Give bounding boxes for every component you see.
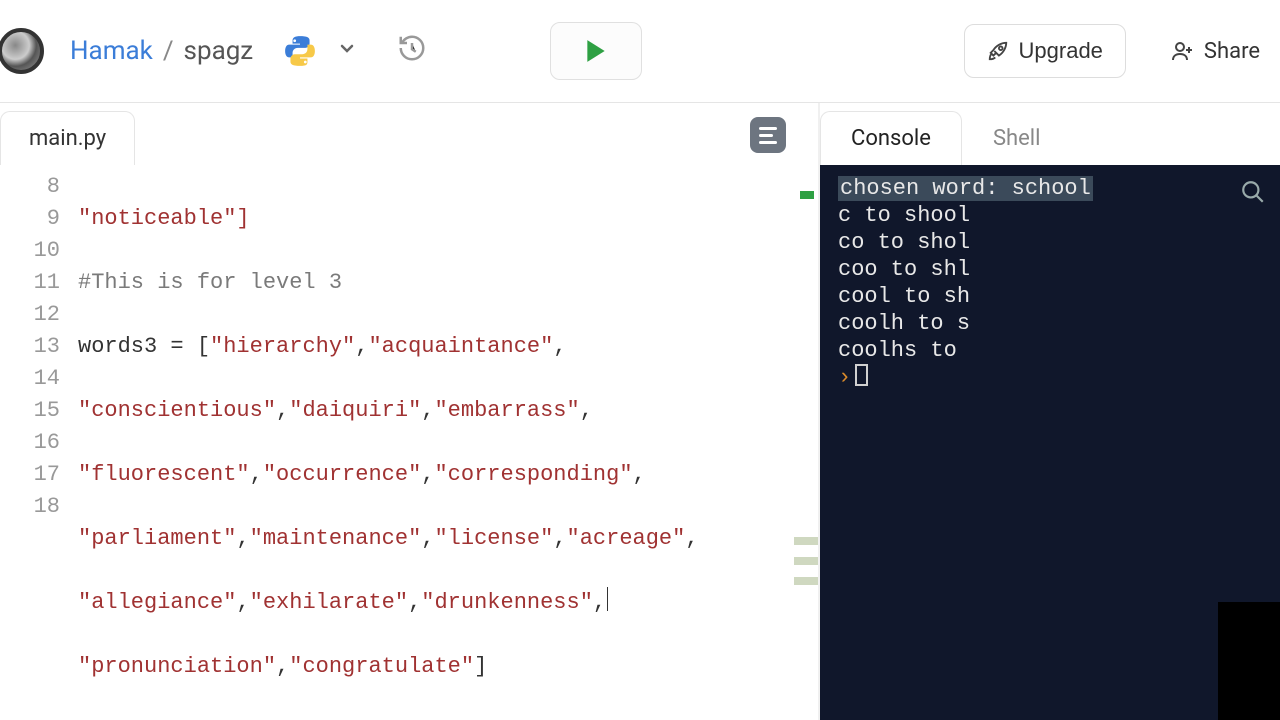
run-button[interactable] [550, 22, 642, 80]
breadcrumb: Hamak / spagz [70, 36, 253, 66]
list-icon [759, 127, 777, 144]
user-plus-icon [1170, 39, 1194, 63]
terminal-line: cool to sh [838, 283, 1262, 310]
editor-pane: main.py 8 9 10 11 12 13 14 15 16 [0, 103, 818, 720]
file-tab-main[interactable]: main.py [0, 111, 135, 165]
cursor-icon [855, 364, 868, 386]
share-button[interactable]: Share [1150, 24, 1260, 78]
overlay-box [1218, 602, 1280, 720]
breadcrumb-separator: / [163, 36, 174, 66]
share-label: Share [1204, 39, 1260, 64]
console-pane: Console Shell chosen word: school c to s… [820, 103, 1280, 720]
terminal-line: coolhs to [838, 337, 1262, 364]
upgrade-button[interactable]: Upgrade [964, 24, 1126, 78]
language-python-icon[interactable] [283, 34, 317, 68]
console-tabs: Console Shell [820, 103, 1280, 165]
tab-shell[interactable]: Shell [962, 111, 1072, 165]
breadcrumb-project[interactable]: spagz [184, 36, 254, 66]
history-icon[interactable] [397, 33, 427, 70]
chevron-down-icon[interactable] [337, 39, 357, 63]
terminal-line: co to shol [838, 229, 1262, 256]
header-bar: Hamak / spagz Upgrade Share [0, 0, 1280, 103]
main-area: main.py 8 9 10 11 12 13 14 15 16 [0, 103, 1280, 720]
code-editor[interactable]: 8 9 10 11 12 13 14 15 16 17 18 "noticeab… [0, 165, 818, 720]
upgrade-label: Upgrade [1019, 38, 1103, 64]
code-content[interactable]: "noticeable"] #This is for level 3 words… [78, 165, 818, 720]
logo[interactable] [0, 28, 44, 74]
tab-console[interactable]: Console [820, 111, 962, 165]
terminal-line: coolh to s [838, 310, 1262, 337]
search-icon[interactable] [1240, 179, 1266, 213]
minimap[interactable] [794, 227, 818, 720]
format-button[interactable] [750, 117, 786, 153]
gutter: 8 9 10 11 12 13 14 15 16 17 18 [0, 165, 78, 720]
terminal-line: chosen word: school [838, 176, 1093, 201]
terminal-line: c to shool [838, 202, 1262, 229]
terminal[interactable]: chosen word: school c to shool co to sho… [820, 165, 1280, 720]
rocket-icon [987, 40, 1009, 62]
file-tabs: main.py [0, 103, 818, 165]
breadcrumb-owner[interactable]: Hamak [70, 36, 153, 66]
terminal-prompt[interactable]: › [838, 364, 1262, 391]
terminal-line: coo to shl [838, 256, 1262, 283]
